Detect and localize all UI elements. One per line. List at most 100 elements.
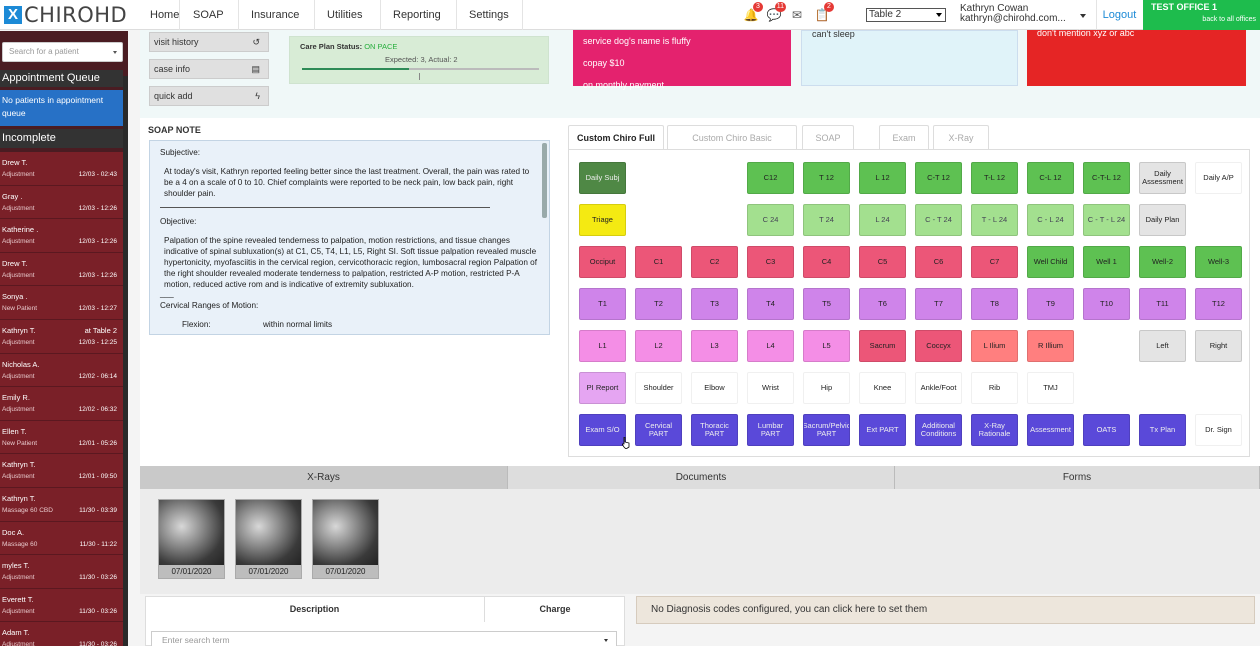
macro-button-hip[interactable]: Hip: [803, 372, 850, 404]
patient-search-input[interactable]: Search for a patient: [2, 42, 123, 62]
macro-button-well-2[interactable]: Well-2: [1139, 246, 1186, 278]
macro-button-oats[interactable]: OATS: [1083, 414, 1130, 446]
macro-button-sacrum[interactable]: Sacrum: [859, 330, 906, 362]
logout-link[interactable]: Logout: [1096, 0, 1142, 30]
macro-button-dr-sign[interactable]: Dr. Sign: [1195, 414, 1242, 446]
soap-note-scrollbar[interactable]: [542, 143, 547, 218]
diagnosis-codes-notice[interactable]: No Diagnosis codes configured, you can c…: [636, 596, 1255, 624]
macro-button-l-24[interactable]: L 24: [859, 204, 906, 236]
macro-button-c1[interactable]: C1: [635, 246, 682, 278]
macro-button-t-l-24[interactable]: T - L 24: [971, 204, 1018, 236]
macro-button-c-t-l-12[interactable]: C-T-L 12: [1083, 162, 1130, 194]
macro-button-triage[interactable]: Triage: [579, 204, 626, 236]
macro-button-daily-assessment[interactable]: Daily Assessment: [1139, 162, 1186, 194]
clipboard-icon[interactable]: 📋 2: [812, 2, 834, 25]
quick-add-button[interactable]: quick add ϟ: [149, 86, 269, 106]
macro-button-additional-conditions[interactable]: Additional Conditions: [915, 414, 962, 446]
macro-button-x-ray-rationale[interactable]: X-Ray Rationale: [971, 414, 1018, 446]
xray-thumbnail[interactable]: 07/01/2020: [312, 499, 379, 579]
macro-button-t12[interactable]: T12: [1195, 288, 1242, 320]
macro-button-rib[interactable]: Rib: [971, 372, 1018, 404]
office-switcher[interactable]: TEST OFFICE 1 back to all offices: [1143, 0, 1260, 30]
macro-button-l2[interactable]: L2: [635, 330, 682, 362]
macro-button-left[interactable]: Left: [1139, 330, 1186, 362]
patient-row[interactable]: Ellen T. New Patient 12/01 - 05:26: [0, 420, 123, 455]
mail-icon[interactable]: ✉: [787, 5, 807, 25]
macro-button-right[interactable]: Right: [1195, 330, 1242, 362]
macro-button-daily-subj[interactable]: Daily Subj: [579, 162, 626, 194]
macro-button-c7[interactable]: C7: [971, 246, 1018, 278]
patient-row[interactable]: Emily R. Adjustment 12/02 - 06:32: [0, 387, 123, 421]
nav-reporting[interactable]: Reporting: [383, 0, 457, 48]
back-to-offices-link[interactable]: back to all offices: [1202, 16, 1256, 23]
patient-row[interactable]: myles T. Adjustment 11/30 - 03:26: [0, 555, 123, 589]
macro-button-c12[interactable]: C12: [747, 162, 794, 194]
table-select[interactable]: Table 2: [866, 8, 946, 22]
xray-thumbnail[interactable]: 07/01/2020: [235, 499, 302, 579]
patient-row[interactable]: Nicholas A. Adjustment 12/02 - 06:14: [0, 353, 123, 388]
nav-soap[interactable]: SOAP: [183, 0, 239, 48]
bell-icon[interactable]: 🔔 3: [741, 2, 763, 25]
tab-documents[interactable]: Documents: [508, 466, 895, 489]
macro-button-t1[interactable]: T1: [579, 288, 626, 320]
nav-insurance[interactable]: Insurance: [241, 0, 315, 48]
macro-button-wrist[interactable]: Wrist: [747, 372, 794, 404]
xray-thumbnail[interactable]: 07/01/2020: [158, 499, 225, 579]
macro-button-well-3[interactable]: Well-3: [1195, 246, 1242, 278]
macro-button-l5[interactable]: L5: [803, 330, 850, 362]
user-menu[interactable]: Kathryn Cowan kathryn@chirohd.com...: [960, 4, 1086, 26]
tab-forms[interactable]: Forms: [895, 466, 1260, 489]
alert-note-blue[interactable]: can't sleep: [801, 29, 1018, 86]
patient-row[interactable]: Doc A. Massage 60 11/30 - 11:22: [0, 521, 123, 556]
macro-button-daily-a-p[interactable]: Daily A/P: [1195, 162, 1242, 194]
macro-button-t2[interactable]: T2: [635, 288, 682, 320]
macro-button-r-illium[interactable]: R Illium: [1027, 330, 1074, 362]
macro-button-c-24[interactable]: C 24: [747, 204, 794, 236]
macro-button-l3[interactable]: L3: [691, 330, 738, 362]
macro-button-t-l-12[interactable]: T-L 12: [971, 162, 1018, 194]
macro-button-elbow[interactable]: Elbow: [691, 372, 738, 404]
macro-button-cervical-part[interactable]: Cervical PART: [635, 414, 682, 446]
macro-button-tmj[interactable]: TMJ: [1027, 372, 1074, 404]
procedure-search-input[interactable]: Enter search term: [151, 631, 617, 646]
macro-button-coccyx[interactable]: Coccyx: [915, 330, 962, 362]
macro-button-t10[interactable]: T10: [1083, 288, 1130, 320]
patient-row[interactable]: Kathryn T. Adjustment 12/03 - 12:25 at Tabl…: [0, 319, 123, 354]
patient-row[interactable]: Everett T. Adjustment 11/30 - 03:26: [0, 588, 123, 623]
macro-button-l-ilium[interactable]: L Ilium: [971, 330, 1018, 362]
patient-row[interactable]: Drew T. Adjustment 12/03 - 12:26: [0, 252, 123, 287]
visit-history-button[interactable]: visit history ↺: [149, 32, 269, 52]
macro-button-t-24[interactable]: T 24: [803, 204, 850, 236]
chirohd-logo[interactable]: X CHIROHD: [4, 3, 127, 27]
soap-note-editor[interactable]: Subjective: At today's visit, Kathryn re…: [149, 140, 550, 335]
patient-row[interactable]: Kathryn T. Massage 60 CBD 11/30 - 03:39: [0, 487, 123, 522]
macro-button-shoulder[interactable]: Shoulder: [635, 372, 682, 404]
macro-button-t11[interactable]: T11: [1139, 288, 1186, 320]
macro-button-c-l-24[interactable]: C - L 24: [1027, 204, 1074, 236]
macro-button-lumbar-part[interactable]: Lumbar PART: [747, 414, 794, 446]
alert-note-pink[interactable]: service dog's name is fluffy copay $10 o…: [573, 30, 791, 90]
chat-icon[interactable]: 💬 11: [764, 2, 786, 25]
macro-button-t-12[interactable]: T 12: [803, 162, 850, 194]
macro-button-pi-report[interactable]: PI Report: [579, 372, 626, 404]
nav-home[interactable]: Home: [140, 0, 180, 30]
macro-button-t9[interactable]: T9: [1027, 288, 1074, 320]
nav-settings[interactable]: Settings: [459, 0, 523, 48]
macro-button-t5[interactable]: T5: [803, 288, 850, 320]
patient-row[interactable]: Sonya . New Patient 12/03 - 12:27: [0, 286, 123, 320]
macro-button-knee[interactable]: Knee: [859, 372, 906, 404]
tab-x-rays[interactable]: X-Rays: [140, 466, 508, 489]
tab-custom-chiro-basic[interactable]: Custom Chiro Basic: [667, 125, 797, 149]
macro-button-ext-part[interactable]: Ext PART: [859, 414, 906, 446]
patient-row[interactable]: Drew T. Adjustment 12/03 - 02:43: [0, 152, 123, 186]
macro-button-t4[interactable]: T4: [747, 288, 794, 320]
macro-button-l4[interactable]: L4: [747, 330, 794, 362]
patient-row[interactable]: Kathryn T. Adjustment 12/01 - 09:50: [0, 454, 123, 488]
macro-button-sacrum-pelvic-part[interactable]: Sacrum/Pelvic PART: [803, 414, 850, 446]
tab-custom-chiro-full[interactable]: Custom Chiro Full: [568, 125, 664, 150]
macro-button-t6[interactable]: T6: [859, 288, 906, 320]
macro-button-c2[interactable]: C2: [691, 246, 738, 278]
macro-button-c6[interactable]: C6: [915, 246, 962, 278]
macro-button-well-child[interactable]: Well Child: [1027, 246, 1074, 278]
macro-button-c5[interactable]: C5: [859, 246, 906, 278]
